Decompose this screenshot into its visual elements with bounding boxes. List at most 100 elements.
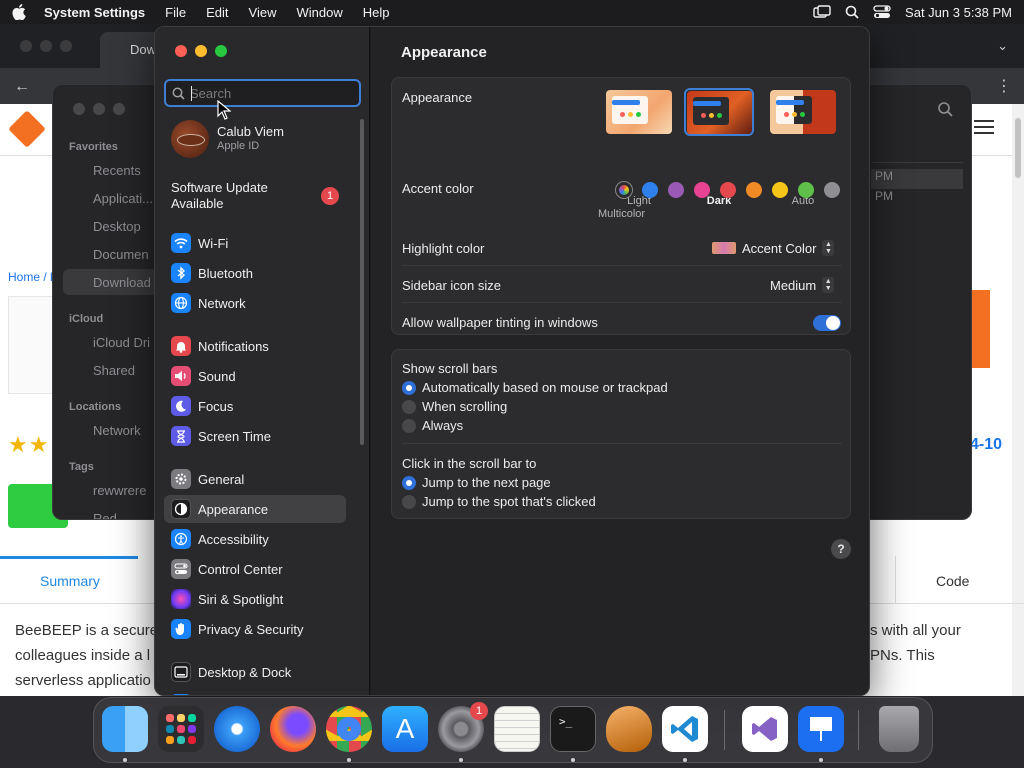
visual-studio-icon[interactable] bbox=[742, 706, 788, 752]
accent-swatch-orange[interactable] bbox=[746, 182, 762, 198]
finder-file-row[interactable]: PM bbox=[871, 189, 963, 209]
finder-item-desktop[interactable]: Desktop bbox=[93, 219, 141, 234]
help-button[interactable]: ? bbox=[831, 539, 851, 559]
radio-scroll-auto[interactable] bbox=[402, 381, 416, 395]
sidebar-item-bluetooth[interactable]: Bluetooth bbox=[164, 259, 346, 287]
control-center-toggle-icon[interactable] bbox=[873, 5, 891, 19]
sidebar-item-sound[interactable]: Sound bbox=[164, 362, 346, 390]
sidebar-item-appearance[interactable]: Appearance bbox=[164, 495, 346, 523]
radio-click-spot-label[interactable]: Jump to the spot that's clicked bbox=[422, 494, 596, 509]
finder-tag-item[interactable]: rewwrere bbox=[93, 483, 146, 498]
menu-app-name[interactable]: System Settings bbox=[44, 5, 145, 20]
highlight-color-popup[interactable]: Accent Color ▲ ▼ bbox=[712, 240, 835, 256]
terminal-icon[interactable]: >_ bbox=[550, 706, 596, 752]
spotlight-search-icon[interactable] bbox=[845, 5, 859, 19]
accent-swatch-green[interactable] bbox=[798, 182, 814, 198]
software-update-row[interactable]: Software Update Available 1 bbox=[171, 180, 361, 212]
menu-window[interactable]: Window bbox=[296, 5, 342, 20]
browser-menu-icon[interactable]: ⋮ bbox=[996, 76, 1012, 96]
accent-swatch-blue[interactable] bbox=[642, 182, 658, 198]
sidebar-scrollbar[interactable] bbox=[360, 119, 364, 445]
radio-click-spot[interactable] bbox=[402, 495, 416, 509]
sidebar-item-control-center[interactable]: Control Center bbox=[164, 555, 346, 583]
system-settings-window: Calub Viem Apple ID Software Update Avai… bbox=[154, 26, 870, 696]
radio-click-next-page-label[interactable]: Jump to the next page bbox=[422, 475, 551, 490]
finder-item-documents[interactable]: Documen bbox=[93, 247, 149, 262]
sidebar-item-accessibility[interactable]: Accessibility bbox=[164, 525, 346, 553]
sidebar-item-focus[interactable]: Focus bbox=[164, 392, 346, 420]
appearance-option-dark[interactable] bbox=[684, 88, 754, 136]
sidebar-item-screen-time[interactable]: Screen Time bbox=[164, 422, 346, 450]
finder-item-downloads[interactable]: Download bbox=[93, 275, 151, 290]
apple-logo-icon[interactable] bbox=[12, 4, 26, 20]
finder-search-icon[interactable] bbox=[937, 101, 953, 117]
mouse-cursor-icon bbox=[217, 100, 231, 120]
sidebar-item-network[interactable]: Network bbox=[164, 289, 346, 317]
radio-scroll-always-label[interactable]: Always bbox=[422, 418, 463, 433]
finder-item-network[interactable]: Network bbox=[93, 423, 141, 438]
search-input[interactable] bbox=[190, 84, 350, 102]
textedit-icon[interactable] bbox=[494, 706, 540, 752]
menu-edit[interactable]: Edit bbox=[206, 5, 228, 20]
accent-swatch-graphite[interactable] bbox=[824, 182, 840, 198]
safari-icon[interactable] bbox=[214, 706, 260, 752]
accent-swatch-yellow[interactable] bbox=[772, 182, 788, 198]
menu-file[interactable]: File bbox=[165, 5, 186, 20]
sidebar-icon-size-label: Sidebar icon size bbox=[402, 278, 501, 293]
hamburger-menu-icon[interactable] bbox=[974, 120, 994, 134]
tab-code[interactable]: Code bbox=[936, 573, 969, 589]
wallpaper-tinting-toggle[interactable] bbox=[813, 315, 841, 331]
sidebar-icon-size-popup[interactable]: Medium ▲ ▼ bbox=[770, 277, 835, 293]
finder-tag-red[interactable]: Red bbox=[93, 511, 117, 519]
chrome-icon[interactable] bbox=[326, 706, 372, 752]
minimize-window-button[interactable] bbox=[195, 45, 207, 57]
finder-item-recents[interactable]: Recents bbox=[93, 163, 141, 178]
menu-view[interactable]: View bbox=[249, 5, 277, 20]
apple-id-row[interactable]: Calub Viem Apple ID bbox=[165, 119, 355, 159]
accent-swatch-multicolor[interactable] bbox=[615, 181, 633, 199]
garageband-icon[interactable] bbox=[606, 706, 652, 752]
sidebar-item-general[interactable]: General bbox=[164, 465, 346, 493]
radio-scroll-auto-label[interactable]: Automatically based on mouse or trackpad bbox=[422, 380, 668, 395]
sidebar-item-wifi[interactable]: Wi-Fi bbox=[164, 229, 346, 257]
finder-item-shared[interactable]: Shared bbox=[93, 363, 135, 378]
tab-summary[interactable]: Summary bbox=[40, 573, 100, 589]
firefox-icon[interactable] bbox=[270, 706, 316, 752]
sidebar-item-desktop-dock[interactable]: Desktop & Dock bbox=[164, 658, 346, 686]
finder-item-icloud-drive[interactable]: iCloud Dri bbox=[93, 335, 150, 350]
page-scrollbar[interactable] bbox=[1012, 104, 1024, 696]
close-window-button[interactable] bbox=[175, 45, 187, 57]
settings-sidebar: Calub Viem Apple ID Software Update Avai… bbox=[155, 27, 370, 695]
sidebar-item-notifications[interactable]: Notifications bbox=[164, 332, 346, 360]
finder-file-row[interactable]: PM bbox=[871, 169, 963, 189]
back-arrow-icon[interactable]: ← bbox=[14, 78, 30, 96]
finder-icon[interactable] bbox=[102, 706, 148, 752]
settings-search-box[interactable] bbox=[164, 79, 361, 107]
sidebar-item-next[interactable] bbox=[164, 690, 346, 695]
keynote-icon[interactable] bbox=[798, 706, 844, 752]
sidebar-item-siri-spotlight[interactable]: Siri & Spotlight bbox=[164, 585, 346, 613]
radio-scroll-when-scrolling[interactable] bbox=[402, 400, 416, 414]
breadcrumb[interactable]: Home / l bbox=[8, 270, 53, 284]
accent-swatch-pink[interactable] bbox=[694, 182, 710, 198]
chevron-down-icon[interactable]: ⌄ bbox=[997, 38, 1008, 54]
appearance-option-light[interactable] bbox=[604, 88, 674, 136]
launchpad-icon[interactable] bbox=[158, 706, 204, 752]
app-store-icon[interactable]: A bbox=[382, 706, 428, 752]
radio-click-next-page[interactable] bbox=[402, 476, 416, 490]
zoom-window-button[interactable] bbox=[215, 45, 227, 57]
finder-window-controls[interactable] bbox=[73, 103, 125, 115]
finder-sort-dropdown[interactable] bbox=[871, 143, 963, 163]
accent-swatch-purple[interactable] bbox=[668, 182, 684, 198]
menu-help[interactable]: Help bbox=[363, 5, 390, 20]
accent-swatch-red[interactable] bbox=[720, 182, 736, 198]
vscode-icon[interactable] bbox=[662, 706, 708, 752]
radio-scroll-when-scrolling-label[interactable]: When scrolling bbox=[422, 399, 507, 414]
screen-mirroring-icon[interactable] bbox=[813, 5, 831, 19]
radio-scroll-always[interactable] bbox=[402, 419, 416, 433]
finder-item-applications[interactable]: Applicati... bbox=[93, 191, 153, 206]
sidebar-item-privacy-security[interactable]: Privacy & Security bbox=[164, 615, 346, 643]
appearance-option-auto[interactable] bbox=[768, 88, 838, 136]
menubar-clock[interactable]: Sat Jun 3 5:38 PM bbox=[905, 5, 1012, 20]
trash-icon[interactable] bbox=[879, 706, 919, 752]
